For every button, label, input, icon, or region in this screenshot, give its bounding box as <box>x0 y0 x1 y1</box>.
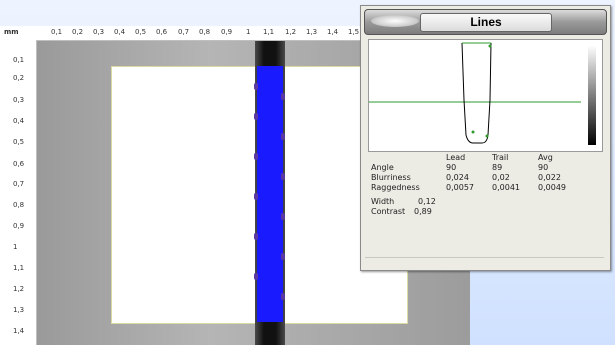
lines-title-bar[interactable]: Lines <box>364 9 607 35</box>
edge-marker <box>254 233 258 240</box>
width-label: Width <box>371 197 395 206</box>
left-tick: 0,4 <box>13 117 25 125</box>
left-tick: 0,2 <box>13 74 25 82</box>
top-tick: 0,7 <box>178 28 190 36</box>
top-tick: 0,9 <box>221 28 233 36</box>
lines-window-title: Lines <box>420 13 552 32</box>
edge-marker <box>281 133 285 140</box>
gray-scale-bar <box>588 45 596 145</box>
left-tick: 1 <box>13 243 18 251</box>
top-tick: 0,3 <box>93 28 105 36</box>
contrast-value: 0,89 <box>414 207 432 216</box>
top-tick: 1,1 <box>263 28 275 36</box>
blurriness-trail: 0,02 <box>492 173 510 182</box>
width-value: 0,12 <box>418 197 436 206</box>
edge-marker <box>254 83 258 90</box>
left-tick: 1,3 <box>13 306 25 314</box>
blurriness-avg: 0,022 <box>538 173 561 182</box>
blurriness-label: Blurriness <box>371 173 411 182</box>
top-tick: 0,6 <box>156 28 168 36</box>
left-tick: 0,9 <box>13 222 25 230</box>
edge-marker <box>281 173 285 180</box>
blurriness-lead: 0,024 <box>446 173 469 182</box>
edge-marker <box>281 93 285 100</box>
angle-label: Angle <box>371 163 394 172</box>
edge-marker <box>254 153 258 160</box>
top-tick: 0,8 <box>199 28 211 36</box>
lines-window[interactable]: Lines Lead Trail Avg Angle 90 89 90 Blur… <box>360 5 611 271</box>
left-tick: 1,4 <box>13 327 25 335</box>
angle-trail: 89 <box>492 163 503 172</box>
left-tick: 0,1 <box>13 56 25 64</box>
header-trail: Trail <box>492 153 509 162</box>
profile-plot <box>369 42 581 144</box>
ruler-unit-label: mm <box>4 28 19 36</box>
left-tick: 0,7 <box>13 180 25 188</box>
raggedness-lead: 0,0057 <box>446 183 474 192</box>
trail-top-point <box>488 44 492 48</box>
header-lead: Lead <box>446 153 466 162</box>
left-tick: 1,1 <box>13 264 25 272</box>
top-tick: 0,1 <box>51 28 63 36</box>
profile-curve <box>461 42 492 144</box>
line-profile-graph <box>368 39 603 152</box>
left-tick: 0,3 <box>13 96 25 104</box>
raggedness-label: Raggedness <box>371 183 420 192</box>
contrast-label: Contrast <box>371 207 406 216</box>
top-tick: 1,4 <box>327 28 339 36</box>
header-avg: Avg <box>538 153 553 162</box>
detected-line-overlay <box>257 66 283 322</box>
left-tick: 1,2 <box>13 285 25 293</box>
window-footer <box>365 257 604 266</box>
edge-marker <box>254 193 258 200</box>
left-tick: 0,8 <box>13 201 25 209</box>
edge-marker <box>281 293 285 300</box>
raggedness-avg: 0,0049 <box>538 183 566 192</box>
top-tick: 1 <box>246 28 251 36</box>
title-grip[interactable] <box>371 15 419 27</box>
edge-marker <box>254 273 258 280</box>
left-tick: 0,5 <box>13 138 25 146</box>
raggedness-trail: 0,0041 <box>492 183 520 192</box>
left-ruler: 0,1 0,2 0,3 0,4 0,5 0,6 0,7 0,8 0,9 1 1,… <box>0 40 37 345</box>
angle-avg: 90 <box>538 163 549 172</box>
edge-marker <box>281 253 285 260</box>
trail-bottom-point <box>485 134 489 138</box>
top-tick: 1,2 <box>285 28 297 36</box>
angle-lead: 90 <box>446 163 457 172</box>
top-tick: 0,4 <box>114 28 126 36</box>
top-tick: 1,3 <box>306 28 318 36</box>
left-tick: 0,6 <box>13 160 25 168</box>
edge-marker <box>281 213 285 220</box>
edge-marker <box>254 113 258 120</box>
lead-bottom-point <box>471 130 475 134</box>
top-tick: 0,2 <box>72 28 84 36</box>
top-tick: 1,5 <box>348 28 360 36</box>
top-tick: 0,5 <box>135 28 147 36</box>
